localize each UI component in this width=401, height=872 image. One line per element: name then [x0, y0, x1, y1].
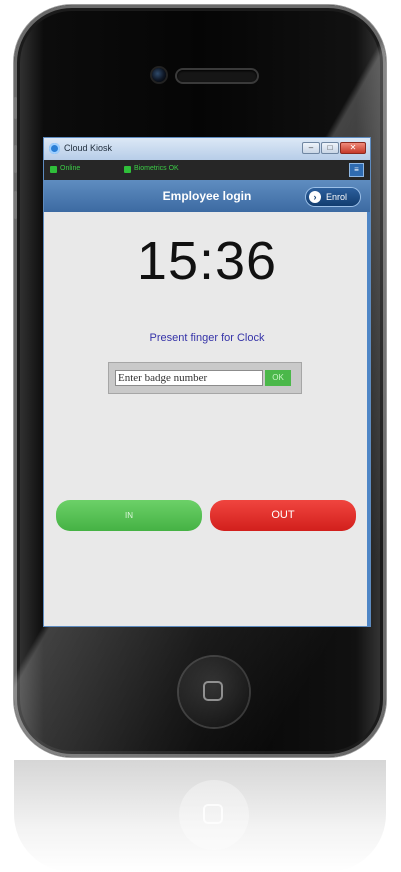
clock-out-button[interactable]: OUT	[210, 500, 356, 531]
volume-down-button	[14, 191, 17, 219]
close-button[interactable]: ✕	[340, 142, 366, 154]
camera-icon	[152, 68, 166, 82]
online-status-icon	[50, 166, 57, 173]
online-status-label: Online	[60, 165, 81, 172]
enrol-button-label: Enrol	[326, 192, 348, 202]
window-title: Cloud Kiosk	[64, 143, 113, 153]
app-icon	[49, 143, 60, 154]
window-right-border	[367, 212, 370, 626]
reflection-home-button	[179, 780, 249, 850]
badge-entry-panel: OK	[108, 362, 302, 394]
home-button-icon	[203, 681, 223, 701]
reflection-home-icon	[203, 804, 223, 824]
fingerprint-prompt: Present finger for Clock	[149, 332, 265, 344]
speaker-grille	[177, 70, 257, 82]
badge-number-input[interactable]	[115, 370, 263, 386]
minimize-button[interactable]: –	[302, 142, 320, 154]
biometrics-status-label: Biometrics OK	[134, 165, 179, 172]
clock-display: 15:36	[136, 231, 278, 291]
menu-button[interactable]: ≡	[349, 163, 364, 177]
chevron-right-icon: ›	[309, 191, 321, 203]
mute-switch	[14, 97, 17, 119]
biometrics-status-icon	[124, 166, 131, 173]
phone-reflection	[14, 760, 386, 872]
window-titlebar: Cloud Kiosk – □ ✕	[44, 138, 370, 160]
status-bar: Online Biometrics OK ≡	[44, 160, 370, 180]
app-window: Cloud Kiosk – □ ✕ Online Biometrics OK ≡…	[44, 138, 370, 626]
header-bar: Employee login › Enrol	[44, 180, 370, 212]
maximize-button[interactable]: □	[321, 142, 339, 154]
home-button[interactable]	[179, 657, 249, 727]
badge-ok-button[interactable]: OK	[265, 370, 291, 386]
enrol-button[interactable]: › Enrol	[306, 188, 360, 206]
clock-in-button[interactable]: IN	[56, 500, 202, 531]
volume-up-button	[14, 145, 17, 173]
